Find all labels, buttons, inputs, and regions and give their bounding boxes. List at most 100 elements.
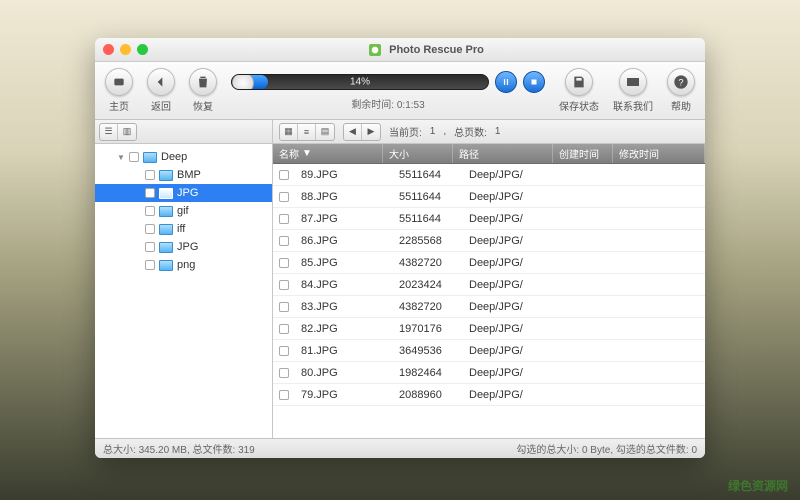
cell-name: 88.JPG bbox=[295, 191, 393, 203]
row-checkbox[interactable] bbox=[279, 390, 289, 400]
cell-path: Deep/JPG/ bbox=[463, 257, 563, 269]
stop-button[interactable] bbox=[523, 71, 545, 93]
close-icon[interactable] bbox=[103, 44, 114, 55]
back-button[interactable]: 返回 bbox=[147, 68, 175, 113]
tree-item-label: JPG bbox=[177, 187, 198, 199]
tree-item-jpg[interactable]: JPG bbox=[95, 238, 272, 256]
checkbox[interactable] bbox=[145, 206, 155, 216]
tree-item-iff[interactable]: iff bbox=[95, 220, 272, 238]
folder-icon bbox=[159, 188, 173, 199]
checkbox[interactable] bbox=[145, 260, 155, 270]
folder-icon bbox=[143, 152, 157, 163]
table-row[interactable]: 82.JPG1970176Deep/JPG/ bbox=[273, 318, 705, 340]
cell-path: Deep/JPG/ bbox=[463, 389, 563, 401]
table-row[interactable]: 83.JPG4382720Deep/JPG/ bbox=[273, 296, 705, 318]
home-button[interactable]: 主页 bbox=[105, 68, 133, 113]
tree-item-jpg[interactable]: JPG bbox=[95, 184, 272, 202]
cell-name: 84.JPG bbox=[295, 279, 393, 291]
col-path[interactable]: 路径 bbox=[453, 144, 553, 163]
folder-tree[interactable]: ▼Deep BMP JPG gififf JPG png bbox=[95, 144, 273, 438]
list-view-icon: ≡ bbox=[298, 124, 316, 140]
table-header: 名称▼ 大小 路径 创建时间 修改时间 bbox=[273, 144, 705, 164]
row-checkbox[interactable] bbox=[279, 302, 289, 312]
prev-page-icon[interactable]: ◀ bbox=[344, 124, 362, 140]
minimize-icon[interactable] bbox=[120, 44, 131, 55]
column-view-icon: ▤ bbox=[316, 124, 334, 140]
tree-view-toggle[interactable]: ☰ ▥ bbox=[99, 123, 137, 141]
checkbox[interactable] bbox=[145, 170, 155, 180]
table-row[interactable]: 88.JPG5511644Deep/JPG/ bbox=[273, 186, 705, 208]
cell-size: 5511644 bbox=[393, 169, 463, 181]
cell-name: 82.JPG bbox=[295, 323, 393, 335]
next-page-icon[interactable]: ▶ bbox=[362, 124, 380, 140]
table-row[interactable]: 81.JPG3649536Deep/JPG/ bbox=[273, 340, 705, 362]
cell-path: Deep/JPG/ bbox=[463, 367, 563, 379]
cell-size: 2285568 bbox=[393, 235, 463, 247]
pause-button[interactable] bbox=[495, 71, 517, 93]
help-button[interactable]: ? 帮助 bbox=[667, 68, 695, 113]
cell-size: 2088960 bbox=[393, 389, 463, 401]
grid-view-icon: ▦ bbox=[280, 124, 298, 140]
table-row[interactable]: 84.JPG2023424Deep/JPG/ bbox=[273, 274, 705, 296]
table-row[interactable]: 85.JPG4382720Deep/JPG/ bbox=[273, 252, 705, 274]
folder-icon: ▥ bbox=[118, 124, 136, 140]
page-nav[interactable]: ◀ ▶ bbox=[343, 123, 381, 141]
progress-knob-icon[interactable] bbox=[232, 74, 254, 90]
table-row[interactable]: 87.JPG5511644Deep/JPG/ bbox=[273, 208, 705, 230]
save-state-button[interactable]: 保存状态 bbox=[559, 68, 599, 113]
progress-block: 14% 剩余时间: 0:1:53 bbox=[231, 71, 545, 111]
row-checkbox[interactable] bbox=[279, 368, 289, 378]
checkbox[interactable] bbox=[145, 188, 155, 198]
tree-item-bmp[interactable]: BMP bbox=[95, 166, 272, 184]
tree-item-gif[interactable]: gif bbox=[95, 202, 272, 220]
app-window: Photo Rescue Pro 主页 返回 恢复 14% bbox=[95, 38, 705, 458]
row-checkbox[interactable] bbox=[279, 324, 289, 334]
checkbox[interactable] bbox=[129, 152, 139, 162]
tree-item-deep[interactable]: ▼Deep bbox=[95, 148, 272, 166]
tree-item-label: BMP bbox=[177, 169, 201, 181]
contact-button[interactable]: 联系我们 bbox=[613, 68, 653, 113]
save-icon bbox=[571, 74, 587, 90]
tree-item-label: JPG bbox=[177, 241, 198, 253]
row-checkbox[interactable] bbox=[279, 170, 289, 180]
row-checkbox[interactable] bbox=[279, 214, 289, 224]
cell-name: 81.JPG bbox=[295, 345, 393, 357]
col-created[interactable]: 创建时间 bbox=[553, 144, 613, 163]
file-rows[interactable]: 89.JPG5511644Deep/JPG/88.JPG5511644Deep/… bbox=[273, 164, 705, 438]
cell-path: Deep/JPG/ bbox=[463, 323, 563, 335]
tree-icon: ☰ bbox=[100, 124, 118, 140]
checkbox[interactable] bbox=[145, 242, 155, 252]
time-label: 剩余时间: bbox=[351, 100, 394, 111]
row-checkbox[interactable] bbox=[279, 280, 289, 290]
recover-button[interactable]: 恢复 bbox=[189, 68, 217, 113]
disclosure-triangle-icon[interactable]: ▼ bbox=[117, 153, 125, 162]
zoom-icon[interactable] bbox=[137, 44, 148, 55]
cell-size: 1970176 bbox=[393, 323, 463, 335]
cell-size: 4382720 bbox=[393, 257, 463, 269]
tree-item-label: png bbox=[177, 259, 195, 271]
table-row[interactable]: 89.JPG5511644Deep/JPG/ bbox=[273, 164, 705, 186]
table-row[interactable]: 86.JPG2285568Deep/JPG/ bbox=[273, 230, 705, 252]
tree-item-png[interactable]: png bbox=[95, 256, 272, 274]
row-checkbox[interactable] bbox=[279, 346, 289, 356]
cell-name: 80.JPG bbox=[295, 367, 393, 379]
progress-bar[interactable]: 14% bbox=[231, 74, 489, 90]
table-row[interactable]: 79.JPG2088960Deep/JPG/ bbox=[273, 384, 705, 406]
col-size[interactable]: 大小 bbox=[383, 144, 453, 163]
sub-toolbar: ☰ ▥ ▦ ≡ ▤ ◀ ▶ 当前页: 1 , 总页数: 1 bbox=[95, 120, 705, 144]
stop-icon bbox=[529, 77, 539, 87]
page-total: 1 bbox=[495, 126, 501, 137]
row-checkbox[interactable] bbox=[279, 192, 289, 202]
checkbox[interactable] bbox=[145, 224, 155, 234]
cell-path: Deep/JPG/ bbox=[463, 191, 563, 203]
table-row[interactable]: 80.JPG1982464Deep/JPG/ bbox=[273, 362, 705, 384]
col-name[interactable]: 名称▼ bbox=[273, 144, 383, 163]
cell-name: 87.JPG bbox=[295, 213, 393, 225]
col-modified[interactable]: 修改时间 bbox=[613, 144, 705, 163]
progress-percent: 14% bbox=[350, 76, 370, 87]
row-checkbox[interactable] bbox=[279, 258, 289, 268]
cell-path: Deep/JPG/ bbox=[463, 169, 563, 181]
row-checkbox[interactable] bbox=[279, 236, 289, 246]
view-mode-segment[interactable]: ▦ ≡ ▤ bbox=[279, 123, 335, 141]
file-list-panel: 名称▼ 大小 路径 创建时间 修改时间 89.JPG5511644Deep/JP… bbox=[273, 144, 705, 438]
